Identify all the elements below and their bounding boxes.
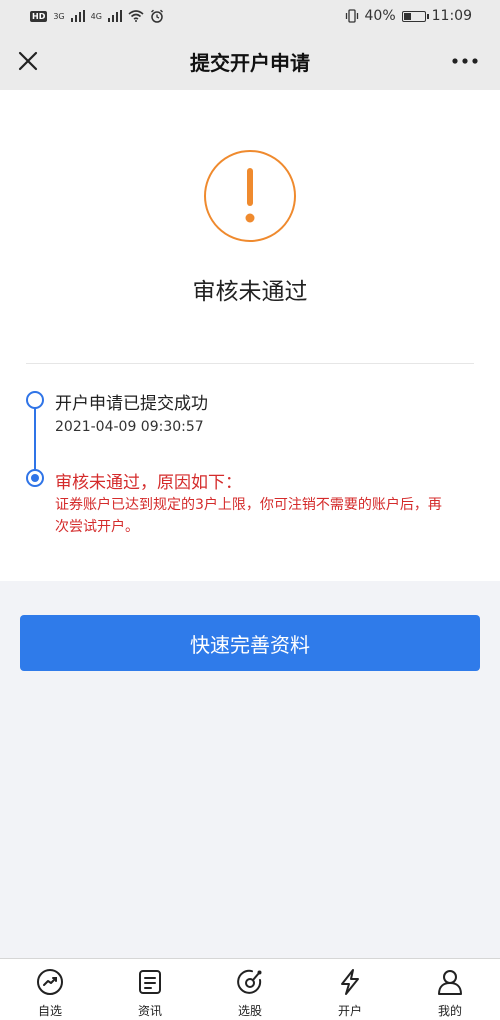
step-submitted-title: 开户申请已提交成功 [55,394,208,414]
battery-percent: 40% [364,8,396,24]
status-bar: HD 3G 4G 40% 11:09 [0,0,500,32]
stock-picker-icon [235,967,265,997]
timeline-line [34,408,36,478]
status-bar-right: 40% 11:09 [345,8,472,24]
result-card: 审核未通过 开户申请已提交成功 2021-04-09 09:30:57 审核未通… [0,90,500,581]
battery-level [403,12,412,20]
complete-info-button[interactable]: 快速完善资料 [20,615,480,671]
lightning-icon [335,967,365,997]
nav-bar: 提交开户申请 [0,32,500,90]
status-bar-left: HD 3G 4G [30,9,164,23]
close-icon[interactable] [14,47,42,75]
wifi-icon [128,10,144,22]
divider [26,363,474,364]
step-rejected-title: 审核未通过，原因如下： [55,473,242,493]
tab-profile[interactable]: 我的 [400,959,500,1020]
tab-label: 我的 [437,1004,462,1018]
trend-icon [35,967,65,997]
page-title: 提交开户申请 [190,50,310,75]
user-icon [435,967,465,997]
tab-label: 资讯 [137,1004,162,1018]
alarm-icon [150,9,163,23]
bottom-tab-bar: 自选 资讯 选股 开户 我的 [0,958,500,1020]
warning-icon [204,150,296,242]
signal-icon [70,10,85,22]
tab-label: 自选 [37,1004,62,1018]
tab-open-account[interactable]: 开户 [300,959,400,1020]
vibrate-icon [345,9,358,23]
tab-news[interactable]: 资讯 [100,959,200,1020]
network-3g-label: 3G [53,11,65,21]
more-icon[interactable] [450,49,480,73]
status-time: 11:09 [431,8,472,24]
network-4g-label: 4G [90,11,102,21]
signal-icon [107,10,122,22]
hd-badge: HD [30,10,48,22]
tab-label: 开户 [337,1004,362,1018]
timeline-dot-done [26,391,44,409]
tab-watchlist[interactable]: 自选 [0,959,100,1020]
tab-stock-picker[interactable]: 选股 [200,959,300,1020]
result-title: 审核未通过 [192,279,308,305]
battery-icon [401,10,429,22]
step-rejected-reason: 证券账户已达到规定的3户上限，你可注销不需要的账户后，再次尝试开户。 [55,497,442,535]
timeline-dot-active [26,469,44,487]
step-submitted-time: 2021-04-09 09:30:57 [55,419,204,435]
tab-label: 选股 [237,1004,262,1018]
news-icon [135,967,165,997]
